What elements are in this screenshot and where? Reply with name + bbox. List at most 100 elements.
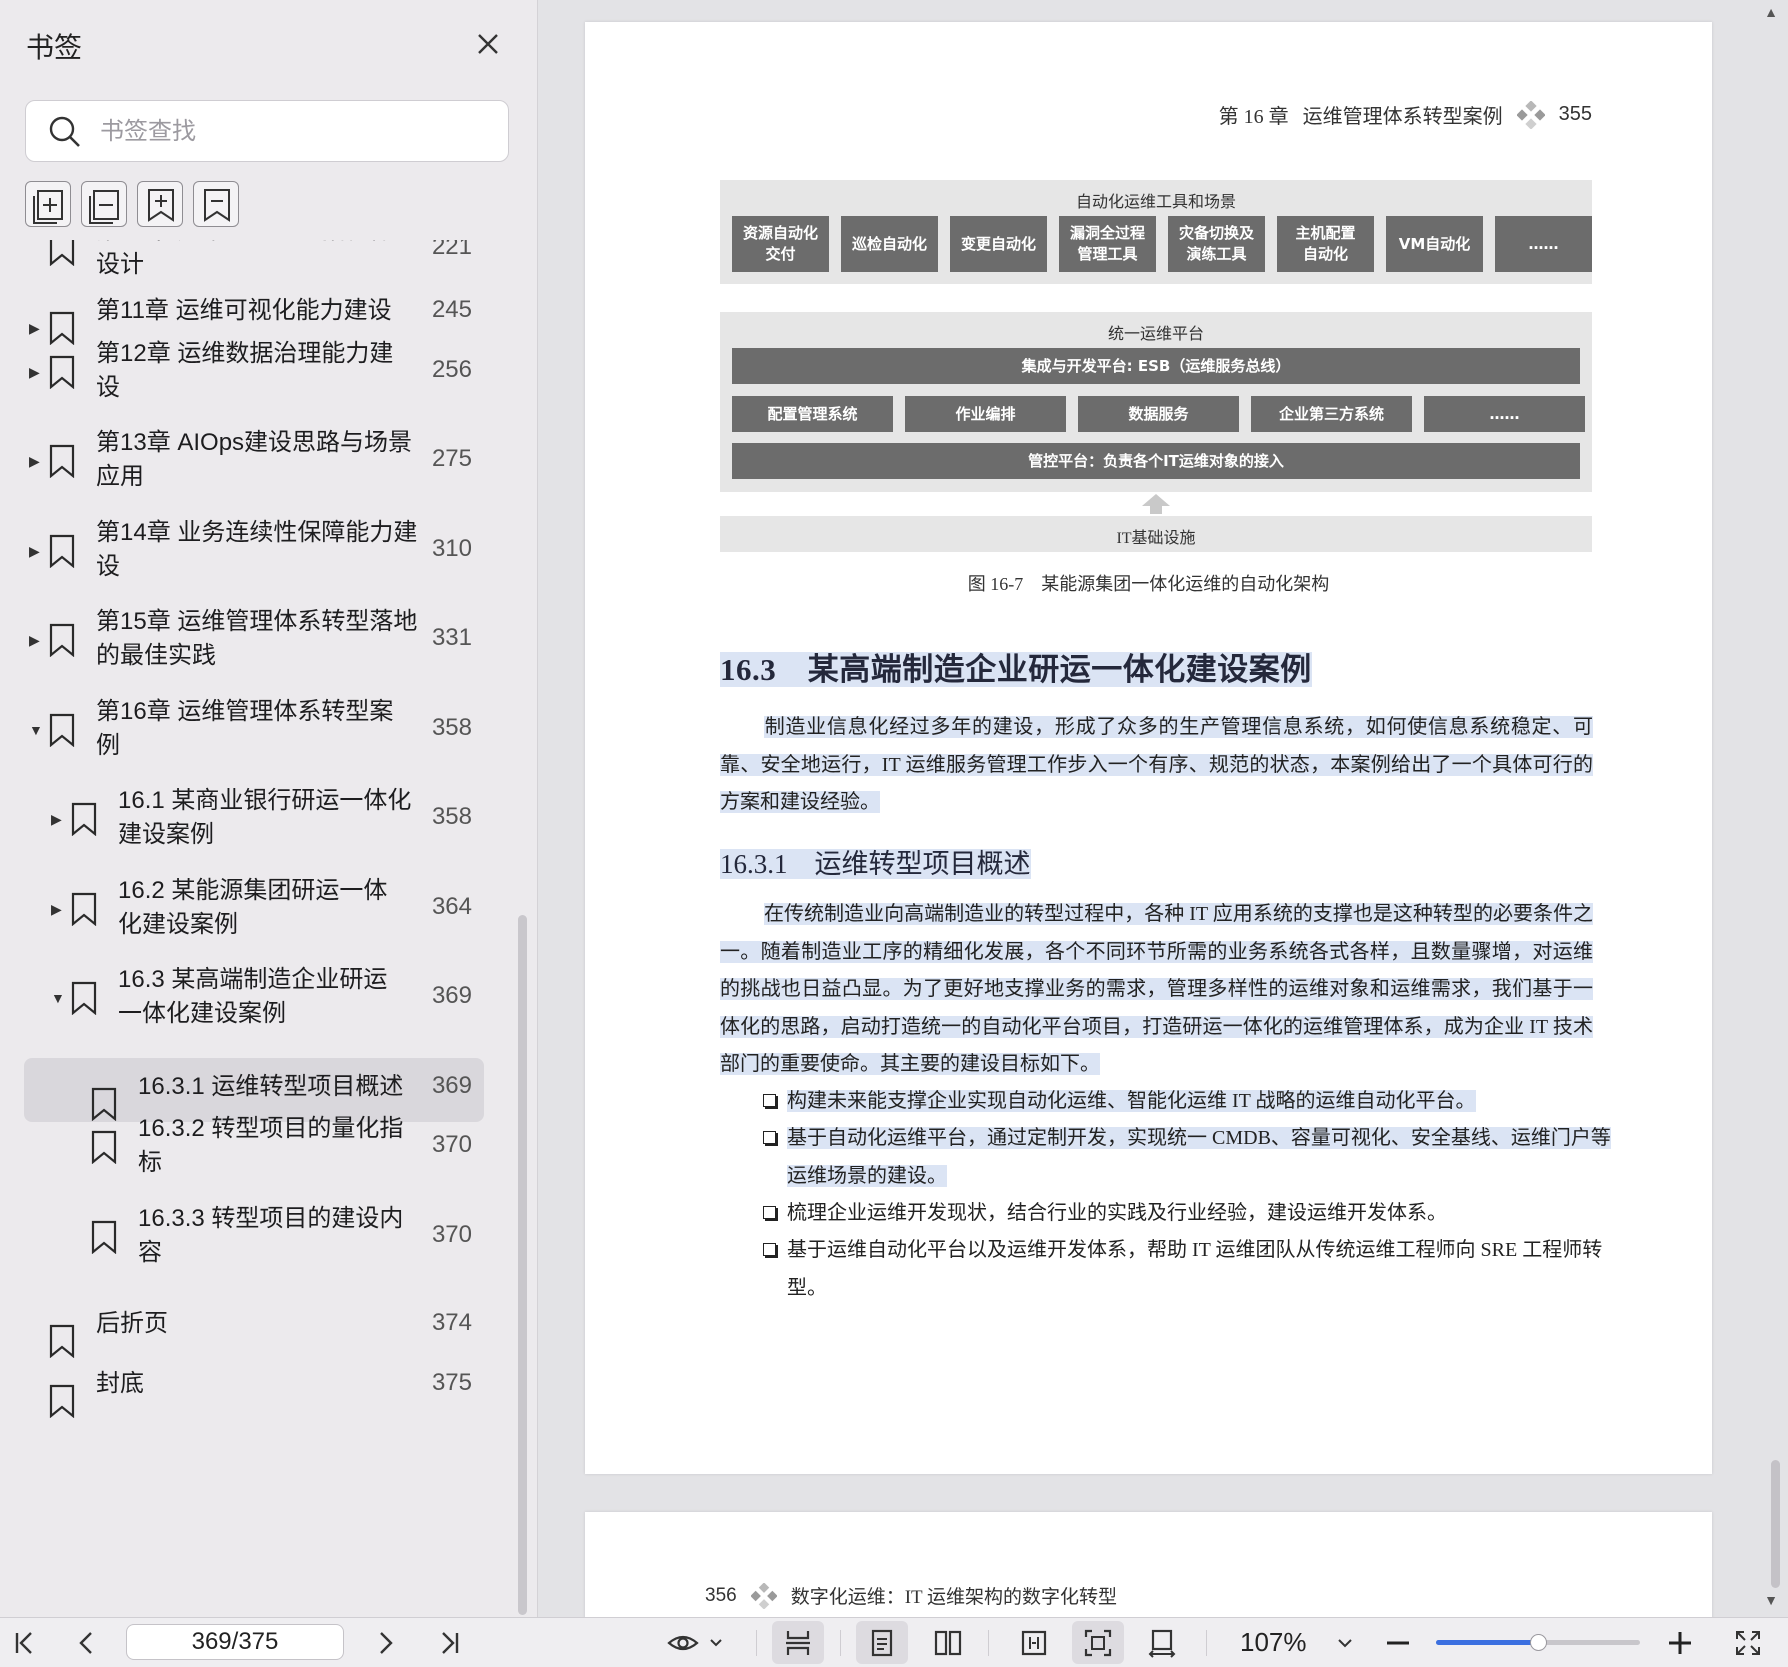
figure-tool-box: 变更自动化 [950,216,1047,272]
scroll-up-icon[interactable]: ▲ [1764,4,1778,20]
fullscreen-icon[interactable] [1728,1618,1768,1667]
chevron-down-icon[interactable] [1330,1618,1360,1667]
expand-toggle-icon[interactable]: ▶ [29,630,40,650]
bookmark-icon[interactable] [193,181,239,227]
zoom-in-icon[interactable] [1662,1618,1698,1667]
scroll-down-icon[interactable]: ▼ [1764,1592,1778,1608]
previous-page-icon[interactable] [68,1618,104,1667]
figure-control-box: 管控平台：负责各个IT运维对象的接入 [732,443,1580,479]
bookmark-label: 16.3.3 转型项目的建设内 容 [138,1205,404,1266]
single-page-icon[interactable] [856,1621,908,1664]
header-chapter: 第 16 章 [1218,106,1289,128]
expand-toggle-icon[interactable]: ▶ [29,541,40,561]
bookmark-icon [48,1384,76,1419]
expand-toggle-icon[interactable]: ▶ [29,362,40,382]
bookmark-icon [48,1324,76,1359]
bookmark-page: 364 [431,893,472,920]
checkbox-bullet-icon [763,1243,776,1256]
expand-toggle-icon[interactable]: ▼ [29,720,43,740]
expand-toggle-icon[interactable]: ▶ [29,451,40,471]
page-number-input[interactable] [126,1624,344,1660]
bookmark-page: 374 [431,1309,472,1336]
bookmark-icon [48,240,76,267]
sidebar-scrollbar[interactable] [518,915,527,1615]
expand-toggle-icon[interactable]: ▼ [51,988,65,1008]
bookmark-page: 245 [431,296,472,323]
last-page-icon[interactable] [432,1618,468,1667]
continuous-scroll-icon[interactable] [772,1621,824,1664]
zoom-slider[interactable] [1436,1634,1640,1651]
figure-tool-box: …… [1495,216,1592,272]
figure-service-box: 企业第三方系统 [1251,396,1412,432]
list-item: 基于运维自动化平台以及运维开发体系，帮助 IT 运维团队从传统运维工程师向 SR… [763,1232,1617,1307]
bookmark-icon [48,534,76,569]
fit-page-icon[interactable] [1072,1621,1124,1664]
figure-tool-box: 资源自动化 交付 [732,216,829,272]
rotate-page-icon[interactable] [1136,1618,1188,1667]
page-header: 356 数字化运维：IT 运维架构的数字化转型 [705,1582,1117,1609]
view-mode-dropdown[interactable] [664,1618,728,1667]
expand-all-icon[interactable] [25,181,71,227]
list-item-text: 梳理企业运维开发现状，结合行业的实践及行业经验，建设运维开发体系。 [787,1202,1447,1224]
bookmark-page: 221 [431,240,472,260]
fit-width-icon[interactable] [1008,1618,1060,1667]
figure-tool-box: 灾备切换及 演练工具 [1168,216,1265,272]
expand-toggle-icon[interactable]: ▶ [51,809,62,829]
two-page-icon[interactable] [922,1618,974,1667]
bookmark-icon [70,981,98,1016]
bookmark-icon [48,444,76,479]
header-title: 数字化运维：IT 运维架构的数字化转型 [790,1587,1118,1608]
bookmark-panel: 书签 第10章 运维日志监控指标体系 设计 221 ▶ 第11章 运维可视化能力建设 2… [0,0,538,1617]
expand-toggle-icon[interactable]: ▶ [51,899,62,919]
document-scrollbar[interactable] [1771,1460,1780,1588]
figure-caption: 图 16-7 某能源集团一体化运维的自动化架构 [967,574,1330,594]
bookmark-search[interactable] [25,100,509,162]
header-title: 运维管理体系转型案例 [1302,106,1503,128]
diamond-logo-icon [750,1582,777,1609]
bookmark-icon [90,1220,118,1255]
bookmark-label: 后折页 [96,1310,168,1337]
bookmark-page: 331 [431,624,472,651]
checkbox-bullet-icon [763,1094,776,1107]
diamond-logo-icon [1516,100,1545,129]
bookmark-icon [70,802,98,837]
subsection-heading: 16.3.1 运维转型项目概述 [720,842,1031,881]
first-page-icon[interactable] [6,1618,42,1667]
bookmark-icon [48,623,76,658]
zoom-level[interactable]: 107% [1240,1618,1307,1667]
figure-infra-title: IT基础设施 [1116,530,1196,547]
add-bookmark-icon[interactable] [137,181,183,227]
bookmark-icon [70,892,98,927]
bookmark-page: 370 [431,1131,472,1158]
figure-tool-box: 漏洞全过程 管理工具 [1059,216,1156,272]
expand-toggle-icon[interactable]: ▶ [29,318,40,338]
up-arrow-icon [1142,494,1170,514]
document-view[interactable]: 第 16 章 运维管理体系转型案例 355 自动化运维工具和场景 资源自动化 交… [538,0,1788,1617]
list-item-text: 基于运维自动化平台以及运维开发体系，帮助 IT 运维团队从传统运维工程师向 SR… [787,1239,1603,1299]
figure-tool-box: 巡检自动化 [841,216,938,272]
bookmark-search-input[interactable] [98,111,492,153]
paragraph-text: 制造业信息化经过多年的建设，形成了众多的生产管理信息系统，如何使信息系统稳定、可… [720,716,1593,813]
collapse-all-icon[interactable] [81,181,127,227]
list-item-text: 基于自动化运维平台，通过定制开发，实现统一 CMDB、容量可视化、安全基线、运维… [787,1127,1611,1187]
figure-service-box: …… [1424,396,1585,432]
bookmark-page: 256 [431,356,472,383]
bookmark-icon [90,1130,118,1165]
paragraph: 在传统制造业向高端制造业的转型过程中，各种 IT 应用系统的支撑也是这种转型的必… [720,896,1593,1084]
eye-icon [667,1635,722,1650]
bookmark-label: 第16章 运维管理体系转型案 例 [96,698,394,759]
bookmark-page: 369 [431,982,472,1009]
next-page-icon[interactable] [368,1618,404,1667]
panel-title: 书签 [26,32,83,63]
figure-tool-box: VM自动化 [1386,216,1483,272]
zoom-out-icon[interactable] [1380,1618,1416,1667]
bookmark-label: 16.2 某能源集团研运一体 化建设案例 [118,877,388,938]
bookmark-label: 第13章 AIOps建设思路与场景 应用 [96,429,413,490]
bookmark-label: 16.3.1 运维转型项目概述 [138,1073,404,1100]
list-item: 基于自动化运维平台，通过定制开发，实现统一 CMDB、容量可视化、安全基线、运维… [763,1120,1617,1195]
bookmark-page: 310 [431,535,472,562]
zoom-slider-knob[interactable] [1530,1634,1547,1651]
list-item: 梳理企业运维开发现状，结合行业的实践及行业经验，建设运维开发体系。 [763,1195,1617,1233]
close-icon[interactable] [470,26,506,62]
bookmark-icon [90,1087,118,1122]
